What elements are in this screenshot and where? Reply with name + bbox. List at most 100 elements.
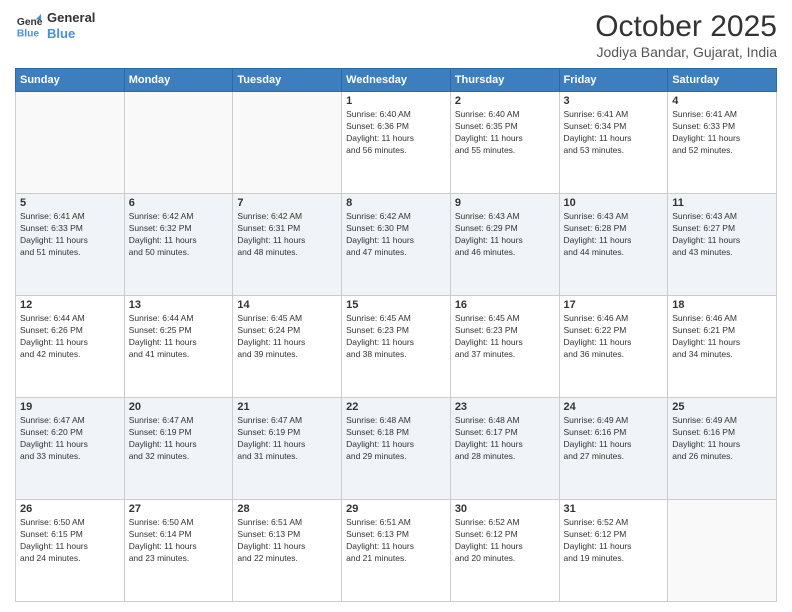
day-info: Sunrise: 6:46 AM Sunset: 6:22 PM Dayligh…: [564, 313, 664, 361]
calendar-cell: 21 Sunrise: 6:47 AM Sunset: 6:19 PM Dayli…: [233, 398, 342, 500]
calendar-cell: 6 Sunrise: 6:42 AM Sunset: 6:32 PM Daylig…: [124, 194, 233, 296]
day-info: Sunrise: 6:44 AM Sunset: 6:26 PM Dayligh…: [20, 313, 120, 361]
day-number: 26: [20, 503, 120, 515]
weekday-header-tuesday: Tuesday: [233, 69, 342, 92]
day-info: Sunrise: 6:43 AM Sunset: 6:29 PM Dayligh…: [455, 211, 555, 259]
weekday-header-friday: Friday: [559, 69, 668, 92]
day-info: Sunrise: 6:42 AM Sunset: 6:32 PM Dayligh…: [129, 211, 229, 259]
day-number: 2: [455, 95, 555, 107]
day-number: 28: [237, 503, 337, 515]
day-info: Sunrise: 6:49 AM Sunset: 6:16 PM Dayligh…: [564, 415, 664, 463]
weekday-header-saturday: Saturday: [668, 69, 777, 92]
calendar-cell: [16, 92, 125, 194]
calendar-cell: 15 Sunrise: 6:45 AM Sunset: 6:23 PM Dayli…: [342, 296, 451, 398]
calendar-cell: 5 Sunrise: 6:41 AM Sunset: 6:33 PM Daylig…: [16, 194, 125, 296]
day-number: 15: [346, 299, 446, 311]
day-info: Sunrise: 6:45 AM Sunset: 6:23 PM Dayligh…: [455, 313, 555, 361]
day-number: 27: [129, 503, 229, 515]
header: General Blue General Blue October 2025 J…: [15, 10, 777, 60]
calendar-cell: [233, 92, 342, 194]
day-number: 30: [455, 503, 555, 515]
day-info: Sunrise: 6:47 AM Sunset: 6:19 PM Dayligh…: [237, 415, 337, 463]
calendar-cell: [668, 500, 777, 602]
logo-line1: General: [47, 10, 95, 26]
calendar-week-row: 26Sunrise: 6:50 AM Sunset: 6:15 PM Dayli…: [16, 500, 777, 602]
day-info: Sunrise: 6:40 AM Sunset: 6:36 PM Dayligh…: [346, 109, 446, 157]
day-info: Sunrise: 6:52 AM Sunset: 6:12 PM Dayligh…: [455, 517, 555, 565]
weekday-header-thursday: Thursday: [450, 69, 559, 92]
calendar-cell: 1Sunrise: 6:40 AM Sunset: 6:36 PM Daylig…: [342, 92, 451, 194]
day-info: Sunrise: 6:48 AM Sunset: 6:17 PM Dayligh…: [455, 415, 555, 463]
logo-text: General Blue: [47, 10, 95, 41]
day-info: Sunrise: 6:40 AM Sunset: 6:35 PM Dayligh…: [455, 109, 555, 157]
day-number: 10: [564, 197, 664, 209]
day-info: Sunrise: 6:44 AM Sunset: 6:25 PM Dayligh…: [129, 313, 229, 361]
calendar-cell: 23Sunrise: 6:48 AM Sunset: 6:17 PM Dayli…: [450, 398, 559, 500]
day-info: Sunrise: 6:43 AM Sunset: 6:28 PM Dayligh…: [564, 211, 664, 259]
calendar-cell: 24 Sunrise: 6:49 AM Sunset: 6:16 PM Dayli…: [559, 398, 668, 500]
weekday-header-sunday: Sunday: [16, 69, 125, 92]
calendar-cell: 4Sunrise: 6:41 AM Sunset: 6:33 PM Daylig…: [668, 92, 777, 194]
day-number: 29: [346, 503, 446, 515]
location-title: Jodiya Bandar, Gujarat, India: [595, 44, 777, 60]
day-number: 22: [346, 401, 446, 413]
calendar-cell: 17 Sunrise: 6:46 AM Sunset: 6:22 PM Dayli…: [559, 296, 668, 398]
calendar-cell: 29 Sunrise: 6:51 AM Sunset: 6:13 PM Dayli…: [342, 500, 451, 602]
day-info: Sunrise: 6:46 AM Sunset: 6:21 PM Dayligh…: [672, 313, 772, 361]
calendar-cell: [124, 92, 233, 194]
day-number: 17: [564, 299, 664, 311]
calendar-week-row: 5 Sunrise: 6:41 AM Sunset: 6:33 PM Daylig…: [16, 194, 777, 296]
calendar-cell: 19 Sunrise: 6:47 AM Sunset: 6:20 PM Dayli…: [16, 398, 125, 500]
page: General Blue General Blue October 2025 J…: [0, 0, 792, 612]
day-number: 31: [564, 503, 664, 515]
calendar-cell: 28Sunrise: 6:51 AM Sunset: 6:13 PM Dayli…: [233, 500, 342, 602]
day-number: 25: [672, 401, 772, 413]
weekday-header-row: SundayMondayTuesdayWednesdayThursdayFrid…: [16, 69, 777, 92]
day-info: Sunrise: 6:52 AM Sunset: 6:12 PM Dayligh…: [564, 517, 664, 565]
day-number: 11: [672, 197, 772, 209]
day-info: Sunrise: 6:42 AM Sunset: 6:30 PM Dayligh…: [346, 211, 446, 259]
logo: General Blue General Blue: [15, 10, 95, 41]
day-info: Sunrise: 6:47 AM Sunset: 6:20 PM Dayligh…: [20, 415, 120, 463]
calendar-cell: 25 Sunrise: 6:49 AM Sunset: 6:16 PM Dayli…: [668, 398, 777, 500]
day-info: Sunrise: 6:41 AM Sunset: 6:33 PM Dayligh…: [20, 211, 120, 259]
calendar-cell: 2 Sunrise: 6:40 AM Sunset: 6:35 PM Daylig…: [450, 92, 559, 194]
logo-icon: General Blue: [15, 12, 43, 40]
day-info: Sunrise: 6:47 AM Sunset: 6:19 PM Dayligh…: [129, 415, 229, 463]
calendar-cell: 7Sunrise: 6:42 AM Sunset: 6:31 PM Daylig…: [233, 194, 342, 296]
day-info: Sunrise: 6:48 AM Sunset: 6:18 PM Dayligh…: [346, 415, 446, 463]
calendar-cell: 18 Sunrise: 6:46 AM Sunset: 6:21 PM Dayli…: [668, 296, 777, 398]
day-number: 19: [20, 401, 120, 413]
calendar-cell: 27 Sunrise: 6:50 AM Sunset: 6:14 PM Dayli…: [124, 500, 233, 602]
calendar-cell: 16 Sunrise: 6:45 AM Sunset: 6:23 PM Dayli…: [450, 296, 559, 398]
day-number: 16: [455, 299, 555, 311]
calendar-cell: 26Sunrise: 6:50 AM Sunset: 6:15 PM Dayli…: [16, 500, 125, 602]
day-info: Sunrise: 6:51 AM Sunset: 6:13 PM Dayligh…: [346, 517, 446, 565]
day-number: 24: [564, 401, 664, 413]
day-info: Sunrise: 6:50 AM Sunset: 6:14 PM Dayligh…: [129, 517, 229, 565]
day-info: Sunrise: 6:45 AM Sunset: 6:23 PM Dayligh…: [346, 313, 446, 361]
calendar-cell: 12Sunrise: 6:44 AM Sunset: 6:26 PM Dayli…: [16, 296, 125, 398]
day-number: 5: [20, 197, 120, 209]
day-info: Sunrise: 6:41 AM Sunset: 6:34 PM Dayligh…: [564, 109, 664, 157]
day-number: 8: [346, 197, 446, 209]
day-info: Sunrise: 6:49 AM Sunset: 6:16 PM Dayligh…: [672, 415, 772, 463]
calendar-week-row: 12Sunrise: 6:44 AM Sunset: 6:26 PM Dayli…: [16, 296, 777, 398]
weekday-header-wednesday: Wednesday: [342, 69, 451, 92]
day-number: 9: [455, 197, 555, 209]
calendar-cell: 22 Sunrise: 6:48 AM Sunset: 6:18 PM Dayli…: [342, 398, 451, 500]
calendar-cell: 31 Sunrise: 6:52 AM Sunset: 6:12 PM Dayli…: [559, 500, 668, 602]
logo-line2: Blue: [47, 26, 95, 42]
calendar-table: SundayMondayTuesdayWednesdayThursdayFrid…: [15, 68, 777, 602]
calendar-cell: 13Sunrise: 6:44 AM Sunset: 6:25 PM Dayli…: [124, 296, 233, 398]
day-number: 18: [672, 299, 772, 311]
calendar-cell: 8 Sunrise: 6:42 AM Sunset: 6:30 PM Daylig…: [342, 194, 451, 296]
day-number: 20: [129, 401, 229, 413]
calendar-cell: 9 Sunrise: 6:43 AM Sunset: 6:29 PM Daylig…: [450, 194, 559, 296]
calendar-week-row: 1Sunrise: 6:40 AM Sunset: 6:36 PM Daylig…: [16, 92, 777, 194]
day-number: 21: [237, 401, 337, 413]
day-number: 6: [129, 197, 229, 209]
day-info: Sunrise: 6:43 AM Sunset: 6:27 PM Dayligh…: [672, 211, 772, 259]
calendar-cell: 20 Sunrise: 6:47 AM Sunset: 6:19 PM Dayli…: [124, 398, 233, 500]
calendar-cell: 11 Sunrise: 6:43 AM Sunset: 6:27 PM Dayli…: [668, 194, 777, 296]
